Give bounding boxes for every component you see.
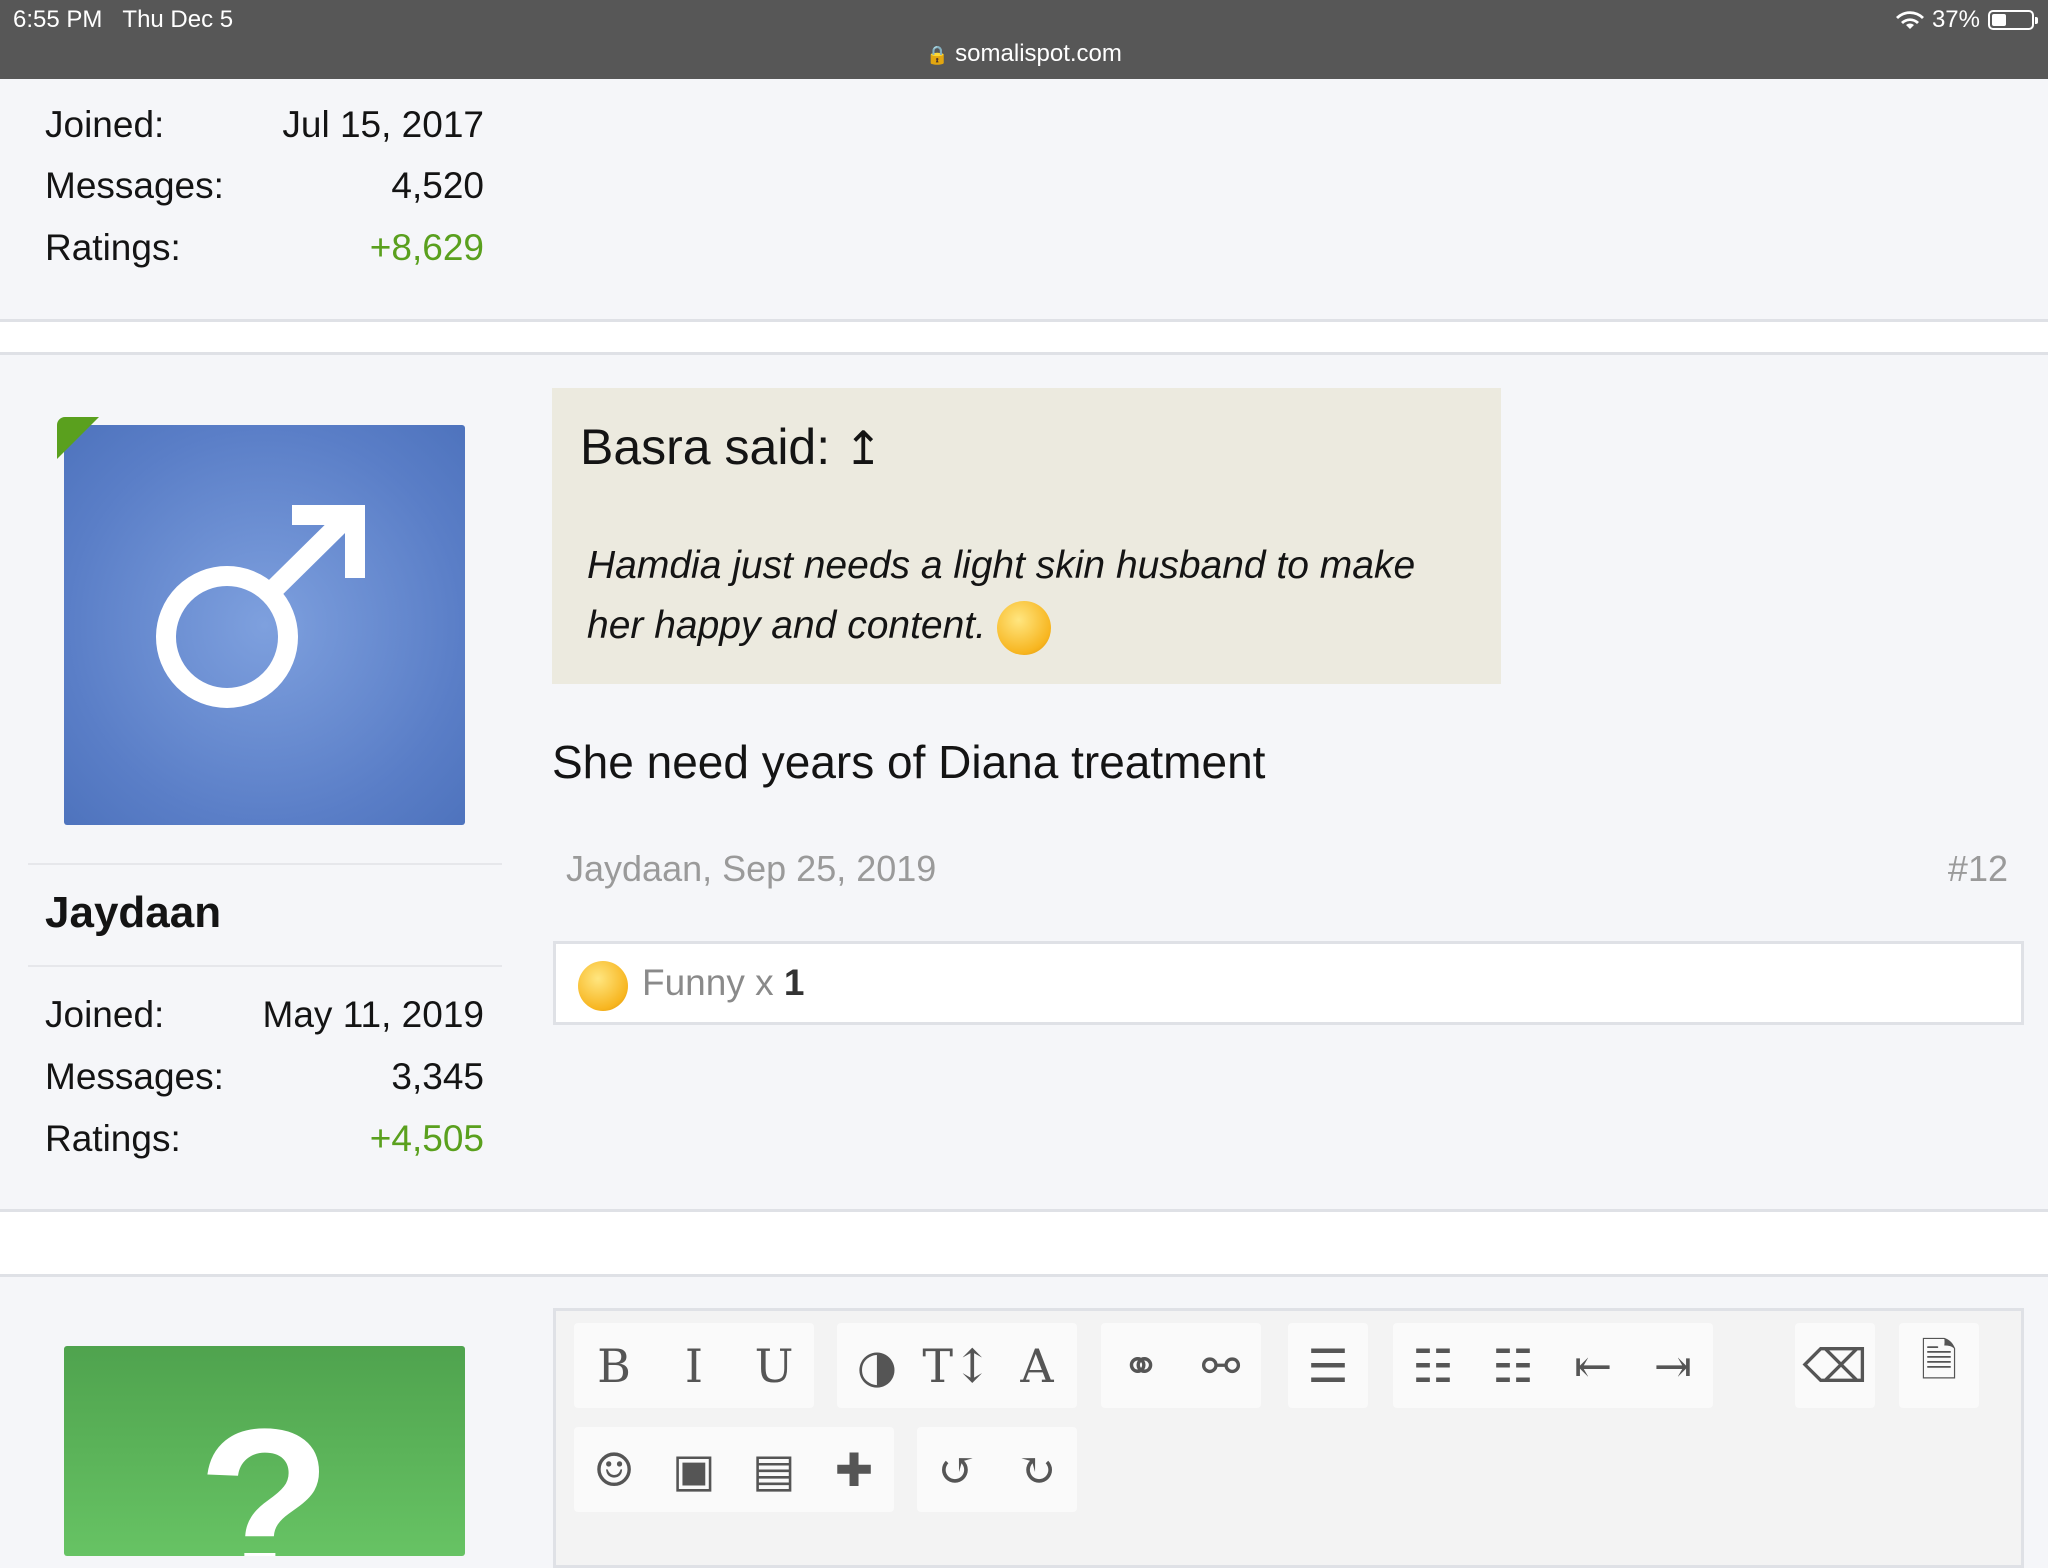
- prev-ratings-label: Ratings:: [45, 227, 181, 268]
- toolbar-group: BIU: [574, 1323, 814, 1408]
- eraser-icon: ⌫: [1802, 1338, 1868, 1393]
- battery-percent: 37%: [1931, 6, 1980, 33]
- lock-icon: 🔒: [926, 45, 949, 65]
- smilie-button[interactable]: ☺: [574, 1427, 654, 1512]
- color-icon: ◑: [856, 1338, 898, 1393]
- post-number[interactable]: #12: [1948, 848, 2008, 890]
- messages-value: 3,345: [391, 1056, 484, 1097]
- color-button[interactable]: ◑: [837, 1323, 917, 1408]
- divider: [0, 352, 2048, 355]
- align-button[interactable]: ☰: [1288, 1323, 1368, 1408]
- post-gap: [0, 322, 2048, 352]
- align-icon: ☰: [1307, 1338, 1349, 1393]
- ratings-value[interactable]: +4,505: [370, 1118, 484, 1160]
- font-family-icon: A: [1020, 1338, 1054, 1393]
- prev-messages-label: Messages:: [45, 165, 224, 206]
- wifi-icon: [1895, 11, 1924, 29]
- indent-button[interactable]: ⇥: [1633, 1323, 1713, 1408]
- url-text: somalispot.com: [955, 40, 1122, 67]
- post-meta[interactable]: Jaydaan, Sep 25, 2019: [566, 848, 936, 890]
- quote-block: Basra said: ↥ Hamdia just needs a light …: [552, 388, 1501, 684]
- joined-value: May 11, 2019: [262, 994, 484, 1035]
- prev-ratings-value[interactable]: +8,629: [370, 227, 484, 269]
- jump-to-quote-icon[interactable]: ↥: [844, 422, 883, 474]
- male-symbol-icon: [156, 505, 365, 708]
- reaction-text: Funny x 1: [642, 962, 805, 1003]
- reply-editor: B I U ◑ T↕ A ⚭ ⚯ ☰ ☷ ☷ ⇤ ⇥ ⌫ 🗎 ☺ ▣ ▤ ✚ ↺ ↻: [553, 1308, 2024, 1568]
- status-bar: 6:55 PM Thu Dec 5 🔒 somalispot.com 37%: [0, 0, 2048, 79]
- divider: [0, 1274, 2048, 1277]
- prev-messages-value: 4,520: [391, 165, 484, 206]
- eraser-button[interactable]: ⌫: [1795, 1323, 1875, 1408]
- media-icon: ▤: [752, 1442, 796, 1497]
- link-icon: ⚭: [1121, 1338, 1161, 1393]
- quote-text: Hamdia just needs a light skin husband t…: [587, 536, 1467, 656]
- bold-icon: B: [597, 1338, 631, 1393]
- unlink-button[interactable]: ⚯: [1181, 1323, 1261, 1408]
- font-family-button[interactable]: A: [997, 1323, 1077, 1408]
- font-size-icon: T↕: [922, 1338, 992, 1393]
- post-body: She need years of Diana treatment: [552, 736, 1266, 788]
- document-button[interactable]: 🗎: [1899, 1323, 1979, 1408]
- undo-icon: ↺: [937, 1442, 977, 1497]
- undo-button[interactable]: ↺: [917, 1427, 997, 1512]
- outdent-icon: ⇤: [1573, 1338, 1613, 1393]
- redo-button[interactable]: ↻: [997, 1427, 1077, 1512]
- smilie-icon: ☺: [593, 1442, 635, 1497]
- bold-button[interactable]: B: [574, 1323, 654, 1408]
- status-right: 37%: [1895, 6, 2038, 34]
- indent-icon: ⇥: [1653, 1338, 1693, 1393]
- avatar-letter: ?: [197, 1383, 332, 1556]
- messages-label: Messages:: [45, 1056, 224, 1097]
- reaction-summary[interactable]: Funny x 1: [553, 941, 2024, 1025]
- toolbar-group: ⚭ ⚯: [1101, 1323, 1261, 1408]
- link-button[interactable]: ⚭: [1101, 1323, 1181, 1408]
- address-bar[interactable]: 🔒 somalispot.com: [0, 40, 2048, 68]
- toolbar-group: ◑ T↕ A: [837, 1323, 1077, 1408]
- document-icon: 🗎: [1920, 1332, 1958, 1387]
- prev-joined-label: Joined:: [45, 104, 165, 145]
- numbered-list-icon: ☷: [1492, 1338, 1534, 1393]
- toolbar-group: ↺ ↻: [917, 1427, 1077, 1512]
- divider: [28, 863, 502, 865]
- image-button[interactable]: ▣: [654, 1427, 734, 1512]
- ratings-label: Ratings:: [45, 1118, 181, 1159]
- toolbar-group: 🗎: [1899, 1323, 1979, 1408]
- bullet-list-button[interactable]: ☷: [1393, 1323, 1473, 1408]
- italic-button[interactable]: I: [654, 1323, 734, 1408]
- underline-icon: U: [754, 1338, 794, 1393]
- italic-icon: I: [684, 1338, 704, 1393]
- toolbar-group: ☰: [1288, 1323, 1368, 1408]
- numbered-list-button[interactable]: ☷: [1473, 1323, 1553, 1408]
- username[interactable]: Jaydaan: [45, 888, 221, 938]
- sad-smiley-icon: [996, 600, 1051, 655]
- insert-icon: ✚: [834, 1442, 874, 1497]
- toolbar-group: ☷ ☷ ⇤ ⇥: [1393, 1323, 1713, 1408]
- outdent-button[interactable]: ⇤: [1553, 1323, 1633, 1408]
- underline-button[interactable]: U: [734, 1323, 814, 1408]
- media-button[interactable]: ▤: [734, 1427, 814, 1512]
- quote-author[interactable]: Basra said: ↥: [580, 418, 883, 476]
- prev-joined-value: Jul 15, 2017: [282, 104, 484, 145]
- redo-icon: ↻: [1017, 1442, 1057, 1497]
- joined-label: Joined:: [45, 994, 165, 1035]
- unlink-icon: ⚯: [1201, 1338, 1241, 1393]
- toolbar-group: ⌫: [1795, 1323, 1875, 1408]
- toolbar-group: ☺ ▣ ▤ ✚: [574, 1427, 894, 1512]
- image-icon: ▣: [672, 1442, 716, 1497]
- divider: [28, 965, 502, 967]
- avatar[interactable]: ?: [64, 1346, 465, 1556]
- post-gap: [0, 1212, 2048, 1274]
- funny-icon: [578, 961, 628, 1011]
- status-time: 6:55 PM Thu Dec 5: [13, 6, 234, 33]
- bullet-list-icon: ☷: [1412, 1338, 1454, 1393]
- font-size-button[interactable]: T↕: [917, 1323, 997, 1408]
- online-indicator: [57, 417, 99, 459]
- avatar[interactable]: [64, 425, 465, 825]
- battery-icon: [1988, 10, 2038, 30]
- insert-button[interactable]: ✚: [814, 1427, 894, 1512]
